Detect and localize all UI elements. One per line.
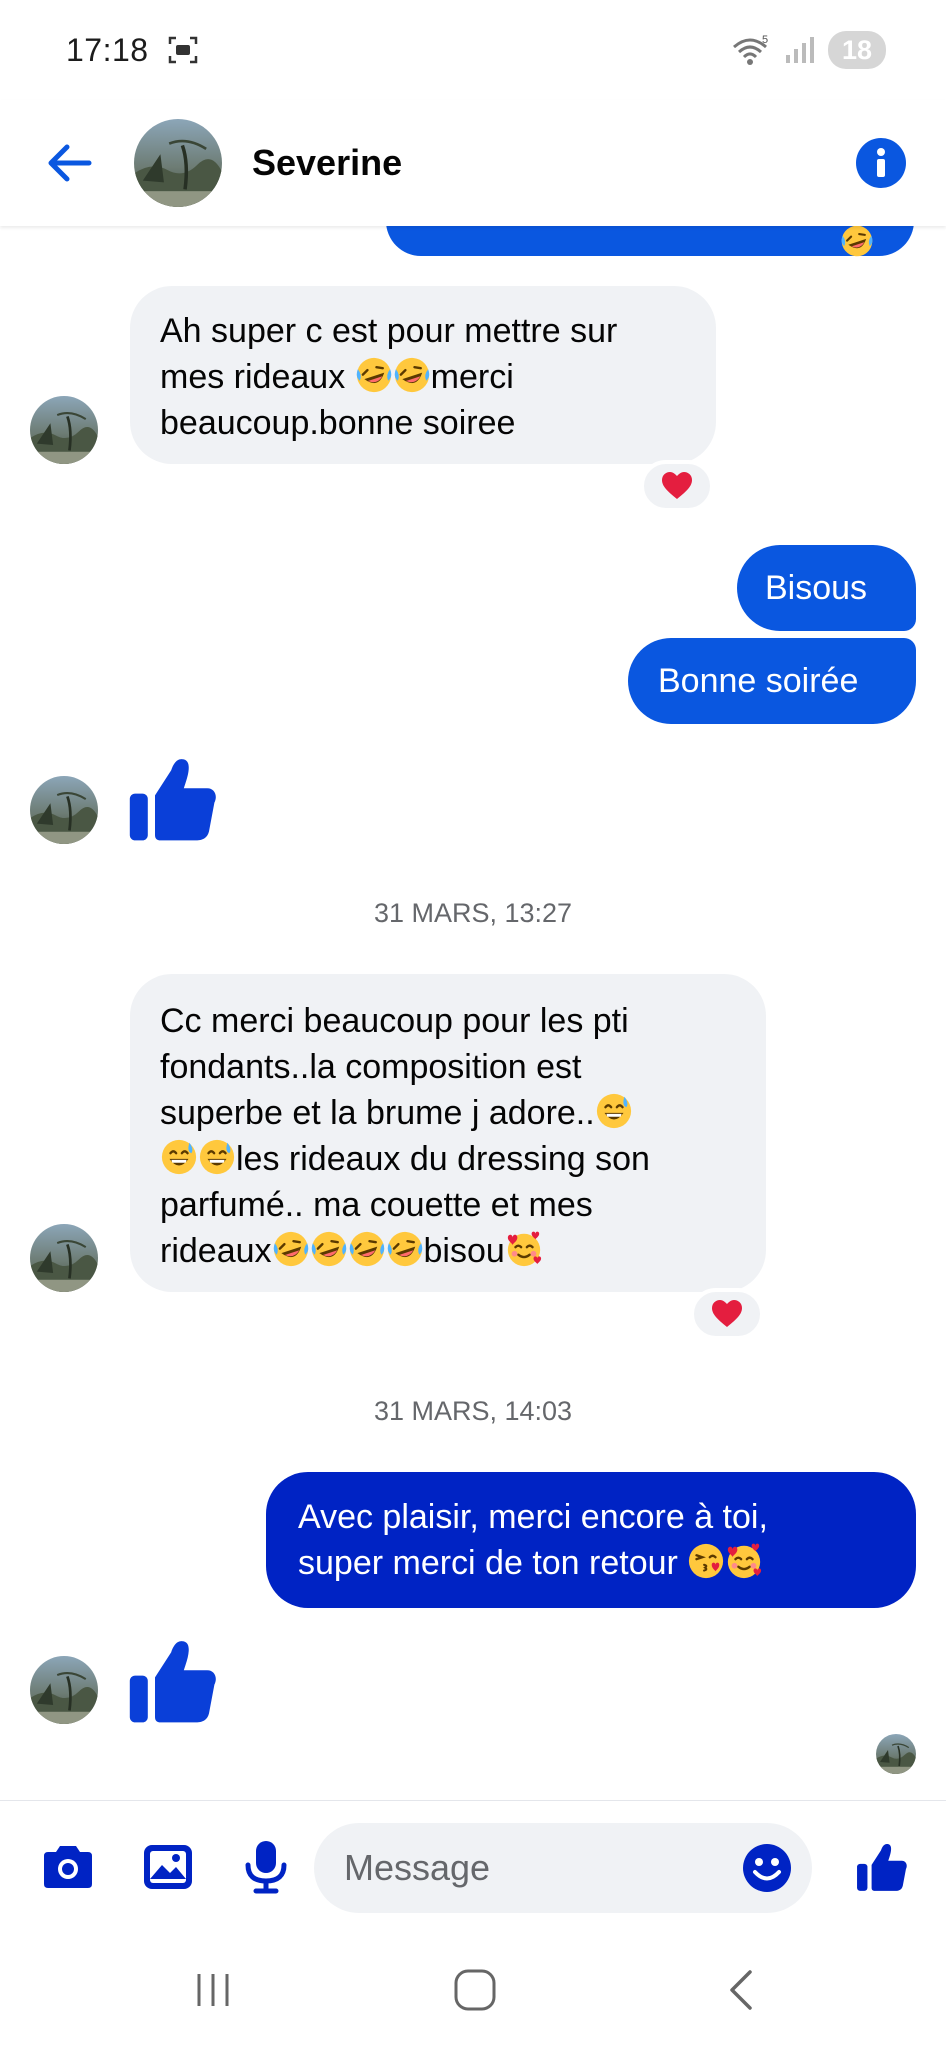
home-button[interactable] xyxy=(440,1960,510,2020)
message-line: mes rideaux merci xyxy=(160,354,686,400)
message-text: Bisous xyxy=(765,569,868,607)
message-line: beaucoup.bonne soiree xyxy=(160,404,516,442)
contact-name[interactable]: Severine xyxy=(252,142,402,184)
message-timestamp: 31 MARS, 14:03 xyxy=(373,1396,573,1426)
status-right: 5 18 xyxy=(730,31,886,69)
sender-avatar[interactable] xyxy=(30,1224,98,1292)
laughing-emoji-icon xyxy=(355,356,393,394)
thumbs-up-icon xyxy=(856,1841,908,1893)
sender-avatar[interactable] xyxy=(30,1656,98,1724)
message-text: les rideaux du dressing son xyxy=(236,1140,650,1178)
system-navigation-bar xyxy=(0,1930,946,2049)
conversation-header: Severine xyxy=(0,100,946,226)
heart-reaction[interactable] xyxy=(690,1288,764,1340)
gallery-button[interactable] xyxy=(138,1837,198,1897)
voice-button[interactable] xyxy=(236,1837,296,1897)
info-icon xyxy=(856,138,906,188)
message-list[interactable]: Ah super c est pour mettre sur mes ridea… xyxy=(0,226,946,1800)
heart-icon xyxy=(662,472,692,499)
message-timestamp: 31 MARS, 13:27 xyxy=(373,898,573,928)
laughing-emoji-icon xyxy=(393,356,431,394)
grinning-sweat-emoji-icon xyxy=(160,1138,198,1176)
contact-avatar[interactable] xyxy=(134,119,222,207)
microphone-icon xyxy=(245,1841,287,1894)
message-text: super merci de ton retour xyxy=(298,1544,688,1582)
home-icon xyxy=(454,1969,496,2011)
message-text: Bonne soirée xyxy=(658,662,859,700)
seen-receipt-avatar xyxy=(876,1734,916,1774)
heart-icon xyxy=(712,1300,742,1327)
message-input[interactable]: Message xyxy=(314,1823,812,1913)
message-bubble-incoming[interactable]: Cc merci beaucoup pour les pti fondants.… xyxy=(130,974,766,1292)
message-text: mes rideaux xyxy=(160,358,355,396)
grinning-sweat-emoji-icon xyxy=(595,1092,633,1130)
message-input-placeholder: Message xyxy=(344,1847,491,1888)
thumbs-up-icon[interactable] xyxy=(128,754,218,844)
laughing-emoji-icon xyxy=(386,1230,424,1268)
message-bubble-partial[interactable] xyxy=(386,226,914,256)
laughing-emoji-icon xyxy=(272,1230,310,1268)
grinning-sweat-emoji-icon xyxy=(198,1138,236,1176)
heart-reaction[interactable] xyxy=(640,460,714,512)
message-line: Avec plaisir, merci encore à toi, xyxy=(298,1498,768,1536)
message-line: superbe et la brume j adore.. xyxy=(160,1090,736,1136)
smiley-icon[interactable] xyxy=(742,1843,792,1893)
laughing-emoji-icon xyxy=(348,1230,386,1268)
recents-icon xyxy=(197,1974,229,2006)
sender-avatar[interactable] xyxy=(30,776,98,844)
camera-button[interactable] xyxy=(38,1837,98,1897)
message-line: parfumé.. ma couette et mes xyxy=(160,1186,593,1224)
laughing-emoji-icon xyxy=(310,1230,348,1268)
system-back-button[interactable] xyxy=(706,1960,776,2020)
message-line: les rideaux du dressing son xyxy=(160,1136,736,1182)
image-icon xyxy=(144,1845,192,1889)
message-line: Ah super c est pour mettre sur xyxy=(160,312,618,350)
signal-icon xyxy=(786,37,814,63)
back-arrow-icon xyxy=(48,144,92,182)
message-text: bisou xyxy=(423,1232,505,1270)
camera-icon xyxy=(44,1846,92,1888)
recents-button[interactable] xyxy=(178,1960,248,2020)
message-bubble-incoming[interactable]: Ah super c est pour mettre sur mes ridea… xyxy=(130,286,716,464)
screen-capture-icon xyxy=(168,36,197,64)
status-time: 17:18 xyxy=(66,31,149,68)
message-bubble-outgoing[interactable]: Bonne soirée xyxy=(628,638,916,724)
info-button[interactable] xyxy=(846,128,916,198)
message-text: merci xyxy=(430,358,514,396)
back-icon xyxy=(730,1970,752,2010)
message-bubble-outgoing[interactable]: Avec plaisir, merci encore à toi, super … xyxy=(266,1472,916,1608)
message-line: super merci de ton retour xyxy=(298,1540,884,1586)
message-line: rideaux bisou xyxy=(160,1228,736,1274)
back-button[interactable] xyxy=(34,128,104,198)
smiling-hearts-emoji-icon xyxy=(725,1542,763,1580)
message-line: fondants..la composition est xyxy=(160,1048,582,1086)
smiling-hearts-emoji-icon xyxy=(505,1230,543,1268)
message-bubble-outgoing[interactable]: Bisous xyxy=(737,545,916,631)
message-text: rideaux xyxy=(160,1232,272,1270)
battery-indicator: 18 xyxy=(828,31,886,69)
thumbs-up-icon[interactable] xyxy=(128,1636,218,1726)
message-text: superbe et la brume j adore.. xyxy=(160,1094,595,1132)
kissing-heart-emoji-icon xyxy=(687,1542,725,1580)
emoji-icon xyxy=(840,226,874,258)
message-line: Cc merci beaucoup pour les pti xyxy=(160,1002,629,1040)
message-composer: Message xyxy=(0,1800,946,1930)
send-like-button[interactable] xyxy=(852,1837,912,1897)
status-bar: 17:18 5 18 xyxy=(0,0,946,100)
svg-text:5: 5 xyxy=(762,34,768,46)
wifi-icon: 5 xyxy=(733,34,768,65)
sender-avatar[interactable] xyxy=(30,396,98,464)
